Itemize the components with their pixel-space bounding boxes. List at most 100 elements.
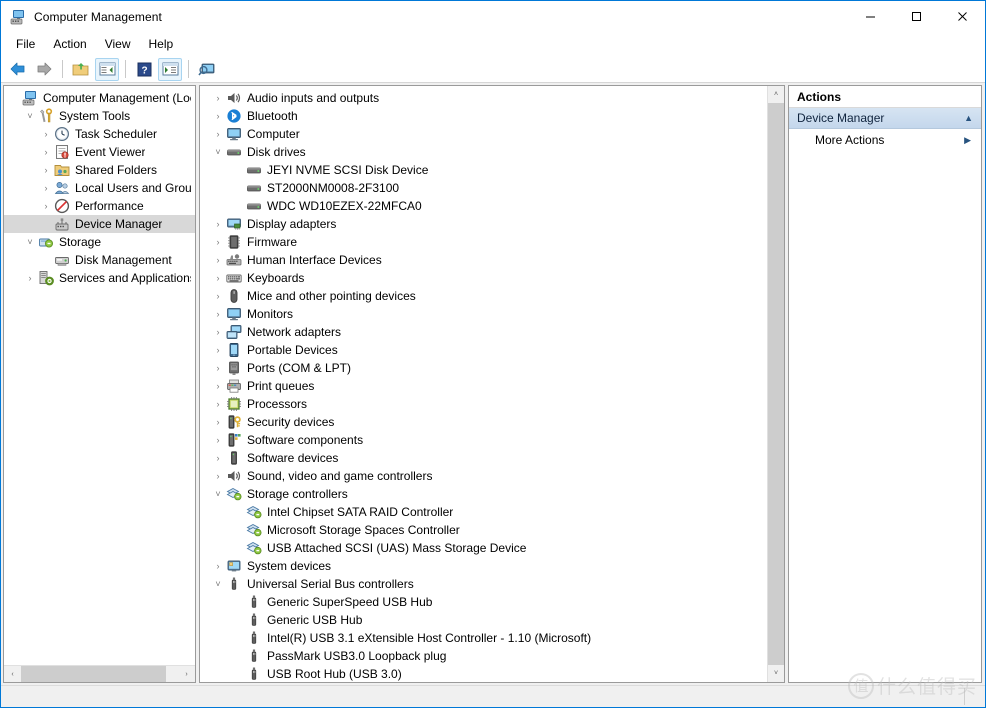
device-tree-item-row[interactable]: USB Root Hub (USB 3.0) [200, 665, 766, 682]
console-tree-item-row[interactable]: Computer Management (Local [4, 89, 195, 107]
device-tree-item-row[interactable]: › Software components [200, 431, 766, 449]
menu-help[interactable]: Help [140, 34, 183, 54]
console-tree[interactable]: Computer Management (Local ˅ System Tools ›… [4, 86, 195, 665]
device-tree-item-row[interactable]: › Ports (COM & LPT) [200, 359, 766, 377]
device-tree-item-row[interactable]: PassMark USB3.0 Loopback plug [200, 647, 766, 665]
device-tree-item-row[interactable]: Generic SuperSpeed USB Hub [200, 593, 766, 611]
device-tree-item-row[interactable]: USB Attached SCSI (UAS) Mass Storage Dev… [200, 539, 766, 557]
chevron-right-icon[interactable]: › [38, 197, 54, 215]
console-tree-item-row[interactable]: › Performance [4, 197, 195, 215]
chevron-right-icon[interactable]: › [210, 413, 226, 431]
device-tree-item-row[interactable]: › Software devices [200, 449, 766, 467]
device-tree-item-row[interactable]: › Mice and other pointing devices [200, 287, 766, 305]
device-tree-item-row[interactable]: ˅ Storage controllers [200, 485, 766, 503]
chevron-right-icon[interactable]: › [210, 323, 226, 341]
chevron-down-icon[interactable]: ˅ [210, 143, 226, 161]
console-tree-item-row[interactable]: ˅ Storage [4, 233, 195, 251]
chevron-right-icon[interactable]: › [210, 233, 226, 251]
vscroll-down-button[interactable]: ˅ [768, 665, 784, 682]
chevron-right-icon[interactable]: › [210, 251, 226, 269]
chevron-right-icon[interactable]: › [38, 179, 54, 197]
menu-view[interactable]: View [96, 34, 140, 54]
device-tree-item-row[interactable]: › Portable Devices [200, 341, 766, 359]
chevron-right-icon[interactable]: › [210, 269, 226, 287]
chevron-right-icon[interactable]: › [38, 143, 54, 161]
chevron-down-icon[interactable]: ˅ [22, 233, 38, 251]
device-tree-item-row[interactable]: › Keyboards [200, 269, 766, 287]
device-tree-item-row[interactable]: › Print queues [200, 377, 766, 395]
chevron-right-icon[interactable]: › [210, 395, 226, 413]
hscroll-left-button[interactable]: ‹ [4, 666, 21, 682]
chevron-right-icon[interactable]: › [210, 305, 226, 323]
close-button[interactable] [939, 1, 985, 32]
chevron-right-icon[interactable]: › [22, 269, 38, 287]
chevron-right-icon[interactable]: › [210, 359, 226, 377]
device-tree-item-row[interactable]: WDC WD10EZEX-22MFCA0 [200, 197, 766, 215]
device-tree-item-row[interactable]: › Firmware [200, 233, 766, 251]
menu-action[interactable]: Action [44, 34, 95, 54]
device-tree-item-row[interactable]: ˅ Universal Serial Bus controllers [200, 575, 766, 593]
chevron-right-icon[interactable]: › [210, 449, 226, 467]
vscroll-thumb[interactable] [768, 103, 784, 665]
device-tree-item-row[interactable]: Intel(R) USB 3.1 eXtensible Host Control… [200, 629, 766, 647]
show-hide-console-tree-button[interactable] [95, 57, 119, 81]
device-tree-item-row[interactable]: › Security devices [200, 413, 766, 431]
scan-hardware-changes-button[interactable] [195, 58, 219, 81]
device-tree-item-row[interactable]: › Display adapters [200, 215, 766, 233]
console-tree-hscrollbar[interactable]: ‹ › [4, 665, 195, 682]
vscroll-up-button[interactable]: ˄ [768, 86, 784, 103]
console-tree-item-row[interactable]: Disk Management [4, 251, 195, 269]
action-item-more-actions[interactable]: More Actions ▶ [789, 129, 981, 151]
chevron-right-icon[interactable]: › [38, 125, 54, 143]
chevron-up-icon[interactable]: ▲ [964, 113, 973, 123]
console-tree-item-row[interactable]: › Shared Folders [4, 161, 195, 179]
device-tree-item-row[interactable]: ST2000NM0008-2F3100 [200, 179, 766, 197]
maximize-button[interactable] [893, 1, 939, 32]
device-tree-item-row[interactable]: › Audio inputs and outputs [200, 89, 766, 107]
device-tree-vscrollbar[interactable]: ˄ ˅ [767, 86, 784, 682]
console-tree-item-row[interactable]: › Task Scheduler [4, 125, 195, 143]
device-tree-item-row[interactable]: Generic USB Hub [200, 611, 766, 629]
hscroll-right-button[interactable]: › [178, 666, 195, 682]
chevron-right-icon[interactable]: › [210, 287, 226, 305]
menu-file[interactable]: File [7, 34, 44, 54]
hscroll-thumb[interactable] [21, 666, 166, 682]
chevron-right-icon[interactable]: › [210, 125, 226, 143]
device-tree-item-row[interactable]: › Computer [200, 125, 766, 143]
console-tree-item-row[interactable]: › Services and Applications [4, 269, 195, 287]
help-button[interactable]: ? [132, 58, 156, 81]
device-tree-item-row[interactable]: Intel Chipset SATA RAID Controller [200, 503, 766, 521]
device-tree[interactable]: › Audio inputs and outputs › Bluetooth › Comp… [200, 89, 766, 682]
chevron-down-icon[interactable]: ˅ [210, 575, 226, 593]
show-hide-action-pane-button[interactable] [158, 57, 182, 81]
chevron-right-icon[interactable]: › [210, 467, 226, 485]
console-tree-item-row[interactable]: Device Manager [4, 215, 195, 233]
up-folder-button[interactable] [69, 58, 93, 81]
device-tree-item-row[interactable]: › Human Interface Devices [200, 251, 766, 269]
hscroll-track[interactable] [166, 666, 178, 682]
console-tree-item-row[interactable]: ˅ System Tools [4, 107, 195, 125]
forward-button[interactable] [32, 58, 56, 81]
chevron-right-icon[interactable]: › [210, 215, 226, 233]
device-tree-item-row[interactable]: › System devices [200, 557, 766, 575]
chevron-right-icon[interactable]: › [210, 431, 226, 449]
chevron-down-icon[interactable]: ˅ [22, 107, 38, 125]
device-tree-item-row[interactable]: › Bluetooth [200, 107, 766, 125]
device-tree-item-row[interactable]: JEYI NVME SCSI Disk Device [200, 161, 766, 179]
device-tree-item-row[interactable]: › Monitors [200, 305, 766, 323]
minimize-button[interactable] [847, 1, 893, 32]
device-tree-item-row[interactable]: ˅ Disk drives [200, 143, 766, 161]
chevron-right-icon[interactable]: › [210, 341, 226, 359]
chevron-right-icon[interactable]: › [210, 107, 226, 125]
back-button[interactable] [6, 58, 30, 81]
chevron-right-icon[interactable]: › [38, 161, 54, 179]
device-tree-item-row[interactable]: Microsoft Storage Spaces Controller [200, 521, 766, 539]
console-tree-item-row[interactable]: › Event Viewer [4, 143, 195, 161]
chevron-right-icon[interactable]: › [210, 557, 226, 575]
console-tree-item-row[interactable]: › Local Users and Groups [4, 179, 195, 197]
device-tree-item-row[interactable]: › Network adapters [200, 323, 766, 341]
device-tree-item-row[interactable]: › Processors [200, 395, 766, 413]
actions-section-device-manager[interactable]: Device Manager ▲ [789, 108, 981, 129]
device-tree-item-row[interactable]: › Sound, video and game controllers [200, 467, 766, 485]
chevron-right-icon[interactable]: › [210, 89, 226, 107]
